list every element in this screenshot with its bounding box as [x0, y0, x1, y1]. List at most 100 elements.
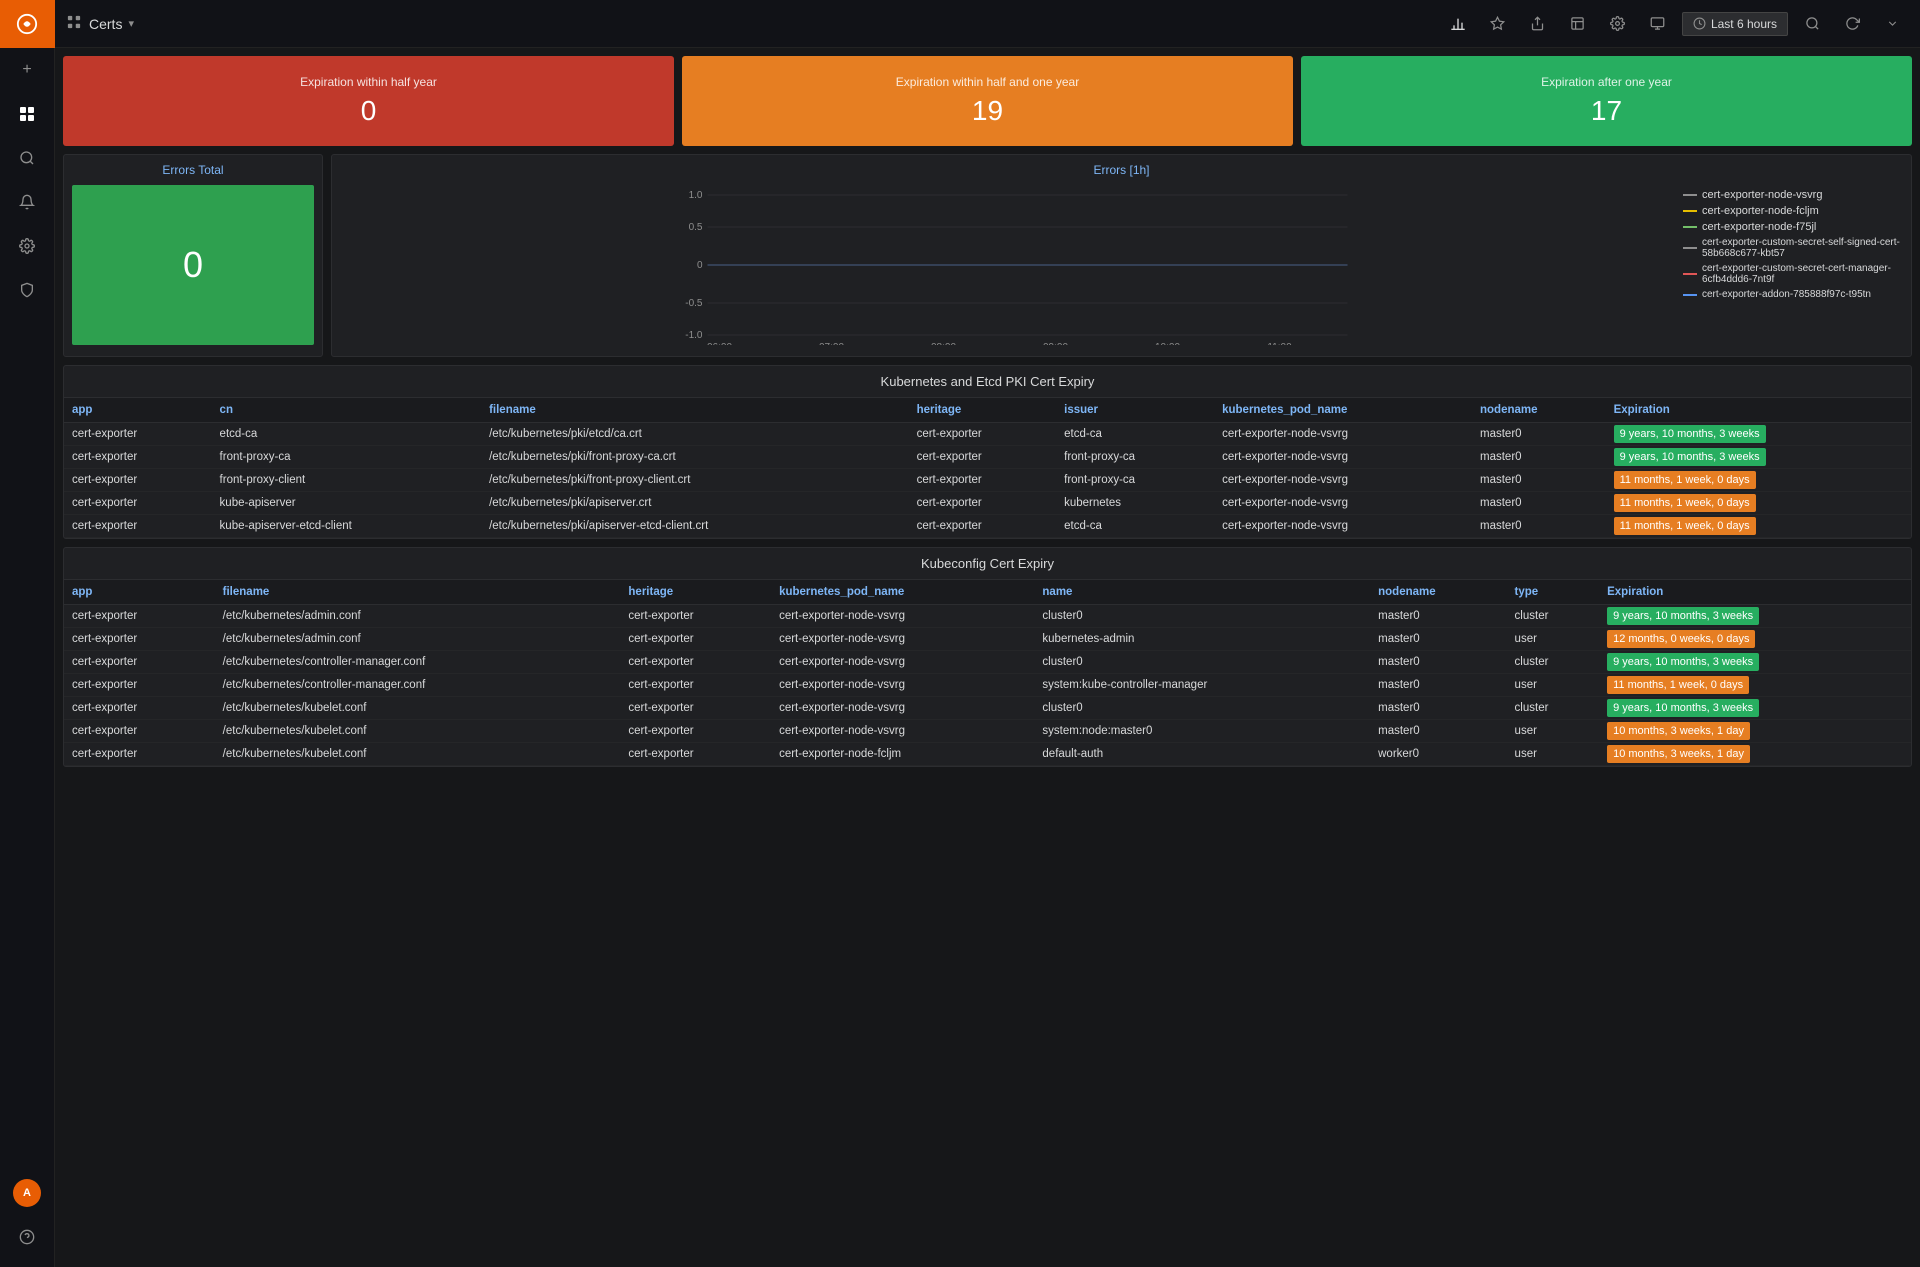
chart-area: 1.0 0.5 0 -0.5 -1.0 06:00 07:00 08:00 09…	[340, 185, 1903, 348]
table-cell: system:kube-controller-manager	[1034, 674, 1370, 697]
panel-icon[interactable]	[1562, 8, 1594, 40]
refresh-icon[interactable]	[1836, 8, 1868, 40]
table-cell: cert-exporter	[620, 720, 771, 743]
table-cell: cert-exporter	[64, 492, 212, 515]
th-filename[interactable]: filename	[215, 580, 621, 605]
th-nodename[interactable]: nodename	[1472, 398, 1606, 423]
th-heritage[interactable]: heritage	[909, 398, 1057, 423]
explore-icon[interactable]	[0, 136, 55, 180]
legend-dot	[1683, 194, 1697, 196]
search-icon[interactable]	[1796, 8, 1828, 40]
table-cell: master0	[1472, 515, 1606, 538]
app-logo[interactable]	[0, 0, 55, 48]
pki-table: app cn filename heritage issuer kubernet…	[64, 398, 1911, 538]
table-cell: kubernetes	[1056, 492, 1214, 515]
table-cell: master0	[1472, 492, 1606, 515]
chevron-down-icon[interactable]	[1876, 8, 1908, 40]
gear-icon[interactable]	[1602, 8, 1634, 40]
table-cell: master0	[1370, 605, 1506, 628]
stat-card-half-one-year-value: 19	[972, 95, 1003, 127]
alerts-icon[interactable]	[0, 180, 55, 224]
table-cell: cert-exporter-node-vsvrg	[1214, 446, 1472, 469]
table-cell: cert-exporter	[64, 651, 215, 674]
table-cell: /etc/kubernetes/pki/front-proxy-ca.crt	[481, 446, 909, 469]
chart-svg: 1.0 0.5 0 -0.5 -1.0 06:00 07:00 08:00 09…	[340, 185, 1675, 348]
th-pod-name[interactable]: kubernetes_pod_name	[1214, 398, 1472, 423]
kubeconfig-table-panel: Kubeconfig Cert Expiry app filename heri…	[63, 547, 1912, 767]
dashboard-content: Expiration within half year 0 Expiration…	[55, 48, 1920, 1267]
table-cell: kube-apiserver-etcd-client	[212, 515, 482, 538]
svg-text:06:00: 06:00	[707, 342, 732, 345]
avatar-circle: A	[13, 1179, 41, 1207]
table-cell: master0	[1370, 674, 1506, 697]
table-cell: user	[1507, 720, 1600, 743]
table-cell: etcd-ca	[212, 423, 482, 446]
share-icon[interactable]	[1522, 8, 1554, 40]
th-heritage[interactable]: heritage	[620, 580, 771, 605]
svg-text:1.0: 1.0	[689, 190, 703, 201]
expiration-cell: 12 months, 0 weeks, 0 days	[1599, 628, 1911, 651]
table-cell: cert-exporter-node-fcljm	[771, 743, 1034, 766]
table-cell: cert-exporter	[64, 515, 212, 538]
stat-card-half-one-year-label: Expiration within half and one year	[896, 75, 1079, 89]
th-app[interactable]: app	[64, 580, 215, 605]
table-cell: front-proxy-ca	[212, 446, 482, 469]
stat-card-half-year-label: Expiration within half year	[300, 75, 437, 89]
time-range-picker[interactable]: Last 6 hours	[1682, 12, 1788, 36]
errors-chart-panel: Errors [1h] 1.0 0.5	[331, 154, 1912, 357]
user-avatar[interactable]: A	[0, 1171, 55, 1215]
table-cell: cert-exporter	[64, 446, 212, 469]
th-expiration[interactable]: Expiration	[1599, 580, 1911, 605]
expiration-cell: 9 years, 10 months, 3 weeks	[1599, 651, 1911, 674]
th-type[interactable]: type	[1507, 580, 1600, 605]
legend-label: cert-exporter-addon-785888f97c-t95tn	[1702, 289, 1871, 300]
table-cell: user	[1507, 743, 1600, 766]
table-cell: cluster	[1507, 651, 1600, 674]
th-nodename[interactable]: nodename	[1370, 580, 1506, 605]
table-cell: cert-exporter-node-vsvrg	[1214, 469, 1472, 492]
th-cn[interactable]: cn	[212, 398, 482, 423]
expiration-cell: 11 months, 1 week, 0 days	[1606, 469, 1911, 492]
th-issuer[interactable]: issuer	[1056, 398, 1214, 423]
stat-card-after-year: Expiration after one year 17	[1301, 56, 1912, 146]
th-name[interactable]: name	[1034, 580, 1370, 605]
table-cell: cert-exporter-node-vsvrg	[771, 605, 1034, 628]
table-row: cert-exporterkube-apiserver-etcd-client/…	[64, 515, 1911, 538]
th-pod-name[interactable]: kubernetes_pod_name	[771, 580, 1034, 605]
table-row: cert-exporter/etc/kubernetes/controller-…	[64, 651, 1911, 674]
th-expiration[interactable]: Expiration	[1606, 398, 1911, 423]
chart-legend: cert-exporter-node-vsvrg cert-exporter-n…	[1683, 185, 1903, 348]
help-icon[interactable]	[0, 1215, 55, 1259]
errors-chart-title: Errors [1h]	[340, 163, 1903, 177]
table-cell: cert-exporter	[64, 628, 215, 651]
th-app[interactable]: app	[64, 398, 212, 423]
stat-card-half-year-value: 0	[361, 95, 377, 127]
table-cell: worker0	[1370, 743, 1506, 766]
svg-text:10:00: 10:00	[1155, 342, 1180, 345]
dashboard-icon[interactable]	[0, 92, 55, 136]
table-cell: /etc/kubernetes/kubelet.conf	[215, 720, 621, 743]
kubeconfig-table-title: Kubeconfig Cert Expiry	[64, 548, 1911, 580]
table-cell: cert-exporter	[64, 697, 215, 720]
table-cell: front-proxy-ca	[1056, 446, 1214, 469]
legend-dot	[1683, 247, 1697, 249]
settings-icon[interactable]	[0, 224, 55, 268]
table-cell: cluster	[1507, 697, 1600, 720]
table-cell: cert-exporter	[620, 651, 771, 674]
monitor-icon[interactable]	[1642, 8, 1674, 40]
page-title[interactable]: Certs ▾	[89, 16, 134, 32]
table-cell: master0	[1370, 720, 1506, 743]
table-cell: master0	[1472, 423, 1606, 446]
bar-chart-icon[interactable]	[1442, 8, 1474, 40]
th-filename[interactable]: filename	[481, 398, 909, 423]
table-cell: master0	[1370, 651, 1506, 674]
pki-table-panel: Kubernetes and Etcd PKI Cert Expiry app …	[63, 365, 1912, 539]
table-cell: etcd-ca	[1056, 423, 1214, 446]
table-cell: cert-exporter	[909, 423, 1057, 446]
legend-label: cert-exporter-node-f75jl	[1702, 221, 1816, 233]
legend-label: cert-exporter-node-vsvrg	[1702, 189, 1822, 201]
shield-icon[interactable]	[0, 268, 55, 312]
plus-icon[interactable]: +	[0, 48, 55, 92]
svg-text:11:00: 11:00	[1267, 342, 1292, 345]
star-icon[interactable]	[1482, 8, 1514, 40]
